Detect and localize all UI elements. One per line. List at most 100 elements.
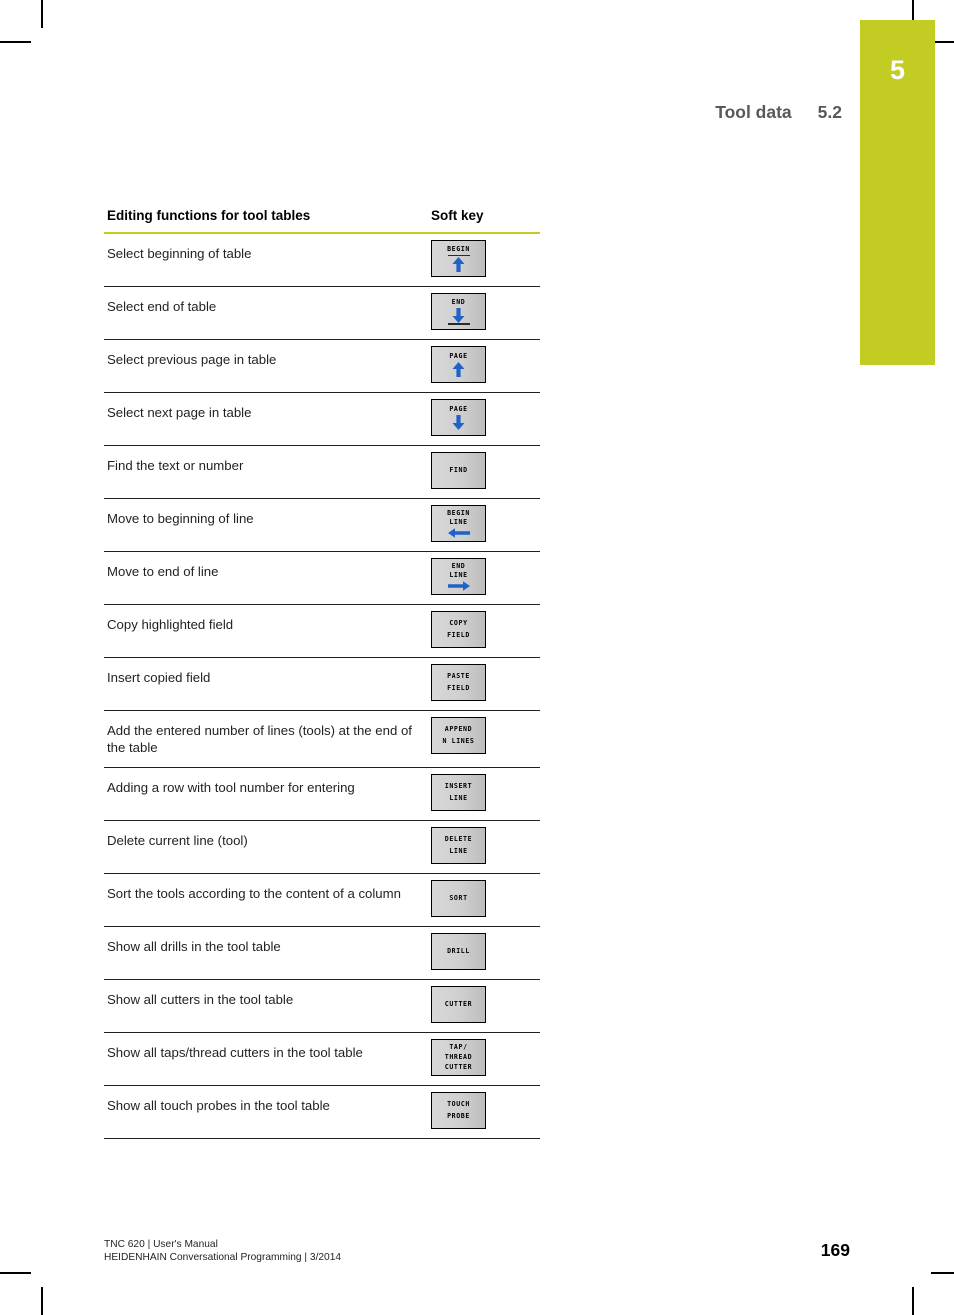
softkey-content: BEGIN LINE: [432, 506, 485, 541]
copy-field-softkey[interactable]: COPY FIELD: [431, 611, 486, 648]
row-description: Insert copied field: [104, 657, 431, 711]
row-softkey-cell: COPY FIELD: [431, 604, 540, 658]
crop-mark-bottom-right-vertical: [912, 1287, 914, 1315]
softkey-label-line: PROBE: [447, 1111, 470, 1120]
table-row: Sort the tools according to the content …: [104, 873, 540, 927]
row-description: Find the text or number: [104, 445, 431, 499]
row-description: Show all touch probes in the tool table: [104, 1085, 431, 1139]
page-number: 169: [820, 1240, 850, 1260]
softkey-label-line: COPY: [449, 619, 468, 628]
insert-line-softkey[interactable]: INSERT LINE: [431, 774, 486, 811]
editing-functions-table: Editing functions for tool tables Soft k…: [104, 208, 540, 1139]
end-softkey[interactable]: END: [431, 293, 486, 330]
row-description: Select end of table: [104, 286, 431, 340]
running-head-section: 5.2: [817, 102, 842, 122]
softkey-label-line: FIELD: [447, 683, 470, 692]
table-row: Select end of table END: [104, 286, 540, 340]
row-softkey-cell: INSERT LINE: [431, 767, 540, 821]
softkey-label-line: TOUCH: [447, 1100, 470, 1109]
softkey-label-line: THREAD: [444, 1053, 473, 1061]
crop-mark-bottom-right-horizontal: [931, 1272, 954, 1274]
row-description: Show all cutters in the tool table: [104, 979, 431, 1033]
softkey-content: APPEND N LINES: [432, 718, 485, 753]
drill-softkey[interactable]: DRILL: [431, 933, 486, 970]
end-line-softkey[interactable]: END LINE: [431, 558, 486, 595]
page-down-softkey[interactable]: PAGE: [431, 399, 486, 436]
crop-mark-top-left-horizontal: [0, 41, 31, 43]
table-row: Delete current line (tool) DELETE LINE: [104, 820, 540, 874]
table-row: Select beginning of table BEGIN: [104, 233, 540, 287]
arrow-up-icon: [452, 362, 465, 377]
row-description: Select beginning of table: [104, 233, 431, 287]
arrow-up-icon: [452, 257, 465, 273]
softkey-label-line: CUTTER: [444, 1000, 473, 1008]
row-softkey-cell: END LINE: [431, 551, 540, 605]
row-softkey-cell: TAP/THREAD CUTTER: [431, 1032, 540, 1086]
arrow-left-icon: [447, 528, 470, 538]
row-softkey-cell: END: [431, 286, 540, 340]
softkey-label-line: FIND: [449, 466, 468, 474]
row-softkey-cell: BEGIN LINE: [431, 498, 540, 552]
table-row: Select next page in table PAGE: [104, 392, 540, 446]
softkey-content: PAGE: [432, 347, 485, 382]
softkey-label-line: SORT: [449, 894, 468, 902]
softkey-label-line: PAGE: [449, 405, 468, 413]
softkey-label-line: LINE: [449, 846, 468, 855]
row-description: Adding a row with tool number for enteri…: [104, 767, 431, 821]
table-row: Copy highlighted field COPY FIELD: [104, 604, 540, 658]
softkey-label-line: BEGIN: [447, 509, 470, 517]
column-header-description: Editing functions for tool tables: [104, 208, 431, 234]
crop-mark-top-left-vertical: [41, 0, 43, 28]
table-row: Show all taps/thread cutters in the tool…: [104, 1032, 540, 1086]
row-description: Add the entered number of lines (tools) …: [104, 710, 431, 768]
row-description: Select previous page in table: [104, 339, 431, 393]
softkey-label-line: INSERT: [444, 782, 473, 791]
row-description: Move to beginning of line: [104, 498, 431, 552]
arrow-down-icon: [452, 415, 465, 430]
footer-line-1: TNC 620 | User's Manual: [104, 1239, 218, 1250]
table-row: Add the entered number of lines (tools) …: [104, 710, 540, 768]
table-row: Show all touch probes in the tool table T…: [104, 1085, 540, 1139]
softkey-content: END: [432, 294, 485, 329]
footer-imprint: TNC 620 | User's Manual HEIDENHAIN Conve…: [104, 1238, 341, 1265]
row-description: Show all taps/thread cutters in the tool…: [104, 1032, 431, 1086]
row-description: Delete current line (tool): [104, 820, 431, 874]
arrow-right-icon: [447, 581, 470, 591]
softkey-content: FIND: [432, 453, 485, 488]
chapter-number: 5: [889, 55, 906, 85]
softkey-content: PASTE FIELD: [432, 665, 485, 700]
touch-probe-softkey[interactable]: TOUCH PROBE: [431, 1092, 486, 1129]
row-softkey-cell: CUTTER: [431, 979, 540, 1033]
softkey-label-line: FIELD: [447, 630, 470, 639]
running-head: Tool data 5.2: [715, 102, 842, 123]
row-softkey-cell: PAGE: [431, 339, 540, 393]
row-description: Copy highlighted field: [104, 604, 431, 658]
softkey-label-line: BEGIN: [447, 244, 470, 253]
find-softkey[interactable]: FIND: [431, 452, 486, 489]
softkey-content: END LINE: [432, 559, 485, 594]
tap-thread-cutter-softkey[interactable]: TAP/THREAD CUTTER: [431, 1039, 486, 1076]
cutter-softkey[interactable]: CUTTER: [431, 986, 486, 1023]
begin-softkey[interactable]: BEGIN: [431, 240, 486, 277]
page-up-softkey[interactable]: PAGE: [431, 346, 486, 383]
table-row: Move to beginning of line BEGIN LINE: [104, 498, 540, 552]
row-softkey-cell: APPEND N LINES: [431, 710, 540, 768]
table-row: Select previous page in table PAGE: [104, 339, 540, 393]
softkey-bottom-rule: [447, 323, 470, 325]
paste-field-softkey[interactable]: PASTE FIELD: [431, 664, 486, 701]
append-n-lines-softkey[interactable]: APPEND N LINES: [431, 717, 486, 754]
running-head-title: Tool data: [715, 102, 792, 122]
softkey-label-line: PASTE: [447, 672, 470, 681]
table-row: Show all drills in the tool table DRILL: [104, 926, 540, 980]
softkey-label-line: LINE: [449, 571, 468, 579]
softkey-label-line: TAP/: [449, 1043, 468, 1051]
softkey-content: DRILL: [432, 934, 485, 969]
softkey-label-line: DELETE: [444, 835, 473, 844]
sort-softkey[interactable]: SORT: [431, 880, 486, 917]
softkey-top-rule: [447, 254, 470, 257]
begin-line-softkey[interactable]: BEGIN LINE: [431, 505, 486, 542]
softkey-content: TOUCH PROBE: [432, 1093, 485, 1128]
softkey-content: DELETE LINE: [432, 828, 485, 863]
delete-line-softkey[interactable]: DELETE LINE: [431, 827, 486, 864]
editing-functions-table-wrap: Editing functions for tool tables Soft k…: [104, 208, 540, 1139]
